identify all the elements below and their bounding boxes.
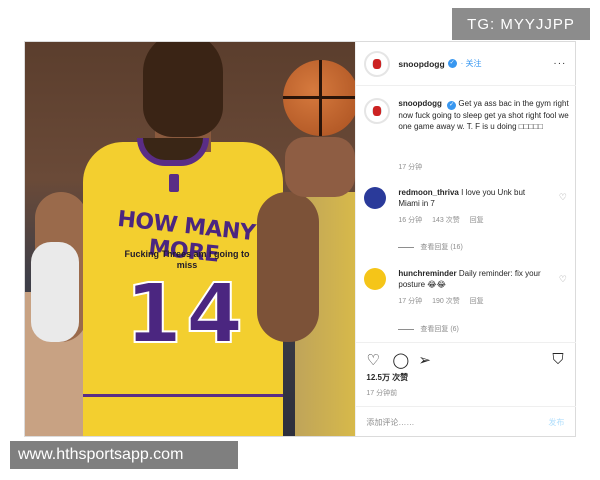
likes-count[interactable]: 12.5万 次赞 bbox=[366, 372, 408, 383]
comment-likes[interactable]: 143 次赞 bbox=[432, 217, 460, 224]
comment-reply-button[interactable]: 回复 bbox=[470, 217, 484, 224]
avatar[interactable] bbox=[364, 50, 391, 77]
posted-time: 17 分钟前 bbox=[366, 390, 398, 397]
post-side-panel: snoopdogg ✓ · 关注 ··· snoopdogg ✓ Get ya … bbox=[355, 42, 577, 436]
comment-like-icon[interactable]: ♡ bbox=[559, 274, 567, 285]
add-comment-input[interactable]: 添加评论…… bbox=[366, 417, 414, 428]
player-head bbox=[143, 42, 223, 137]
caption-text-block: snoopdogg ✓ Get ya ass bac in the gym ri… bbox=[398, 98, 569, 132]
post-photo: HOW MANY MORE Fucking Threes am i going … bbox=[25, 42, 356, 436]
comment-meta: 16 分钟 143 次赞 回复 bbox=[398, 215, 548, 226]
jersey-number: 14 bbox=[124, 266, 248, 363]
heart-icon[interactable]: ♡ bbox=[366, 351, 379, 369]
comment-body: redmoon_thriva I love you Unk but Miami … bbox=[398, 187, 548, 226]
share-icon[interactable]: ➢ bbox=[418, 351, 431, 369]
player-arm-sleeve bbox=[31, 242, 79, 342]
view-replies-link[interactable]: 查看回复 (6) bbox=[398, 324, 459, 334]
comment-body: hunchreminder Daily reminder: fix your p… bbox=[398, 268, 548, 307]
comment-reply-button[interactable]: 回复 bbox=[470, 298, 484, 305]
comment-meta: 17 分钟 190 次赞 回复 bbox=[398, 296, 548, 307]
post-header: snoopdogg ✓ · 关注 ··· bbox=[356, 42, 577, 86]
player-shorts bbox=[83, 394, 283, 436]
caption-username[interactable]: snoopdogg bbox=[398, 99, 442, 108]
comment-time: 16 分钟 bbox=[398, 217, 423, 224]
comment-icon[interactable]: ◯ bbox=[392, 351, 409, 369]
follow-label[interactable]: 关注 bbox=[466, 59, 482, 68]
instagram-post: HOW MANY MORE Fucking Threes am i going … bbox=[24, 41, 577, 437]
basketball bbox=[283, 60, 356, 136]
view-replies-link[interactable]: 查看回复 (16) bbox=[398, 242, 462, 252]
action-bar: ♡ ◯ ➢ ⛉ bbox=[356, 342, 577, 372]
comment-username[interactable]: redmoon_thriva bbox=[398, 188, 458, 197]
comment-username[interactable]: hunchreminder bbox=[398, 269, 456, 278]
comment-likes[interactable]: 190 次赞 bbox=[432, 298, 460, 305]
comment-like-icon[interactable]: ♡ bbox=[559, 192, 567, 203]
nba-logo bbox=[169, 174, 179, 192]
follow-button[interactable]: · 关注 bbox=[461, 58, 482, 69]
caption-avatar[interactable] bbox=[364, 98, 391, 124]
comment-item: hunchreminder Daily reminder: fix your p… bbox=[364, 268, 569, 307]
verified-icon: ✓ bbox=[447, 59, 457, 68]
more-options-icon[interactable]: ··· bbox=[553, 58, 566, 69]
comment-item: redmoon_thriva I love you Unk but Miami … bbox=[364, 187, 569, 226]
verified-icon: ✓ bbox=[447, 101, 457, 110]
tg-badge: TG: MYYJJPP bbox=[452, 8, 590, 40]
add-comment-bar: 添加评论…… 发布 bbox=[356, 406, 577, 436]
watermark: www.hthsportsapp.com bbox=[10, 441, 238, 469]
post-comment-button[interactable]: 发布 bbox=[548, 417, 564, 428]
comment-avatar[interactable] bbox=[364, 268, 387, 290]
bookmark-icon[interactable]: ⛉ bbox=[552, 351, 563, 368]
caption: snoopdogg ✓ Get ya ass bac in the gym ri… bbox=[364, 98, 569, 132]
caption-time: 17 分钟 bbox=[398, 164, 423, 171]
comment-time: 17 分钟 bbox=[398, 298, 423, 305]
header-username[interactable]: snoopdogg bbox=[398, 59, 444, 69]
player-hand bbox=[285, 137, 355, 197]
comment-avatar[interactable] bbox=[364, 187, 387, 209]
